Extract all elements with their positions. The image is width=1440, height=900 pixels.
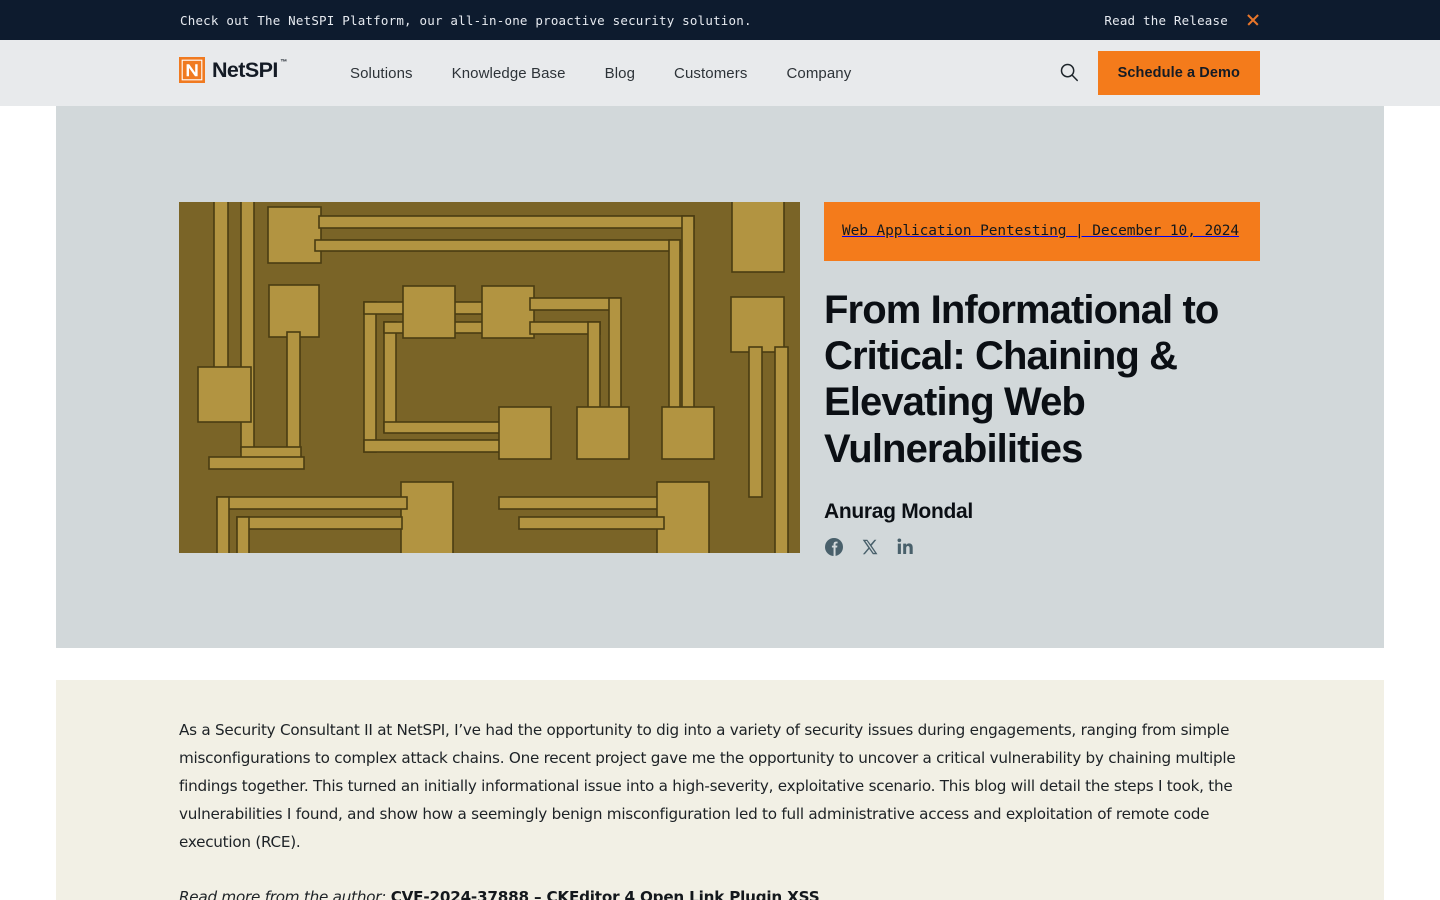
announcement-bar: Check out The NetSPI Platform, our all-i… [0, 0, 1440, 40]
nav-item-company[interactable]: Company [786, 65, 851, 82]
primary-navigation: Solutions Knowledge Base Blog Customers … [350, 40, 851, 106]
nav-item-solutions[interactable]: Solutions [350, 65, 413, 82]
x-twitter-share-link[interactable] [860, 539, 879, 560]
search-icon [1059, 62, 1079, 85]
schedule-demo-button[interactable]: Schedule a Demo [1097, 51, 1260, 95]
netspi-wordmark-text: NetSPI [212, 57, 278, 82]
close-icon[interactable] [1246, 13, 1260, 27]
article-paragraph: As a Security Consultant II at NetSPI, I… [179, 721, 1236, 851]
announcement-actions: Read the Release [1104, 13, 1260, 28]
search-button[interactable] [1056, 60, 1082, 86]
header-actions: Schedule a Demo [1056, 40, 1260, 106]
nav-item-customers[interactable]: Customers [674, 65, 747, 82]
linkedin-share-link[interactable] [896, 538, 915, 560]
read-more-line: Read more from the author: CVE-2024-3788… [179, 885, 1242, 900]
x-twitter-icon [862, 539, 878, 560]
read-the-release-link[interactable]: Read the Release [1104, 13, 1228, 28]
nav-item-knowledge-base[interactable]: Knowledge Base [452, 65, 566, 82]
hero-image [179, 202, 800, 553]
announcement-message: Check out The NetSPI Platform, our all-i… [180, 12, 752, 28]
netspi-logo[interactable]: NetSPI ™ [179, 57, 287, 83]
trademark-symbol: ™ [280, 58, 287, 66]
nav-item-blog[interactable]: Blog [605, 65, 635, 82]
facebook-share-link[interactable] [824, 537, 843, 561]
hero-section: Web Application Pentesting | December 10… [56, 106, 1384, 648]
netspi-wordmark: NetSPI ™ [212, 57, 287, 83]
category-date-text: Web Application Pentesting | December 10… [842, 222, 1239, 239]
article-body-inner: As a Security Consultant II at NetSPI, I… [179, 716, 1242, 900]
facebook-icon [824, 537, 843, 561]
page-title: From Informational to Critical: Chaining… [824, 288, 1219, 471]
read-more-label: Read more from the author: [179, 888, 387, 900]
linkedin-icon [897, 538, 914, 560]
hero-content: Web Application Pentesting | December 10… [824, 202, 1260, 559]
site-header: NetSPI ™ Solutions Knowledge Base Blog C… [0, 40, 1440, 106]
read-more-article-link[interactable]: CVE-2024-37888 – CKEditor 4 Open Link Pl… [391, 888, 820, 900]
social-share-row [824, 537, 1260, 561]
author-name: Anurag Mondal [824, 499, 973, 523]
article-body-section: As a Security Consultant II at NetSPI, I… [56, 680, 1384, 900]
category-date-badge[interactable]: Web Application Pentesting | December 10… [824, 202, 1260, 261]
netspi-logo-icon [179, 57, 205, 83]
